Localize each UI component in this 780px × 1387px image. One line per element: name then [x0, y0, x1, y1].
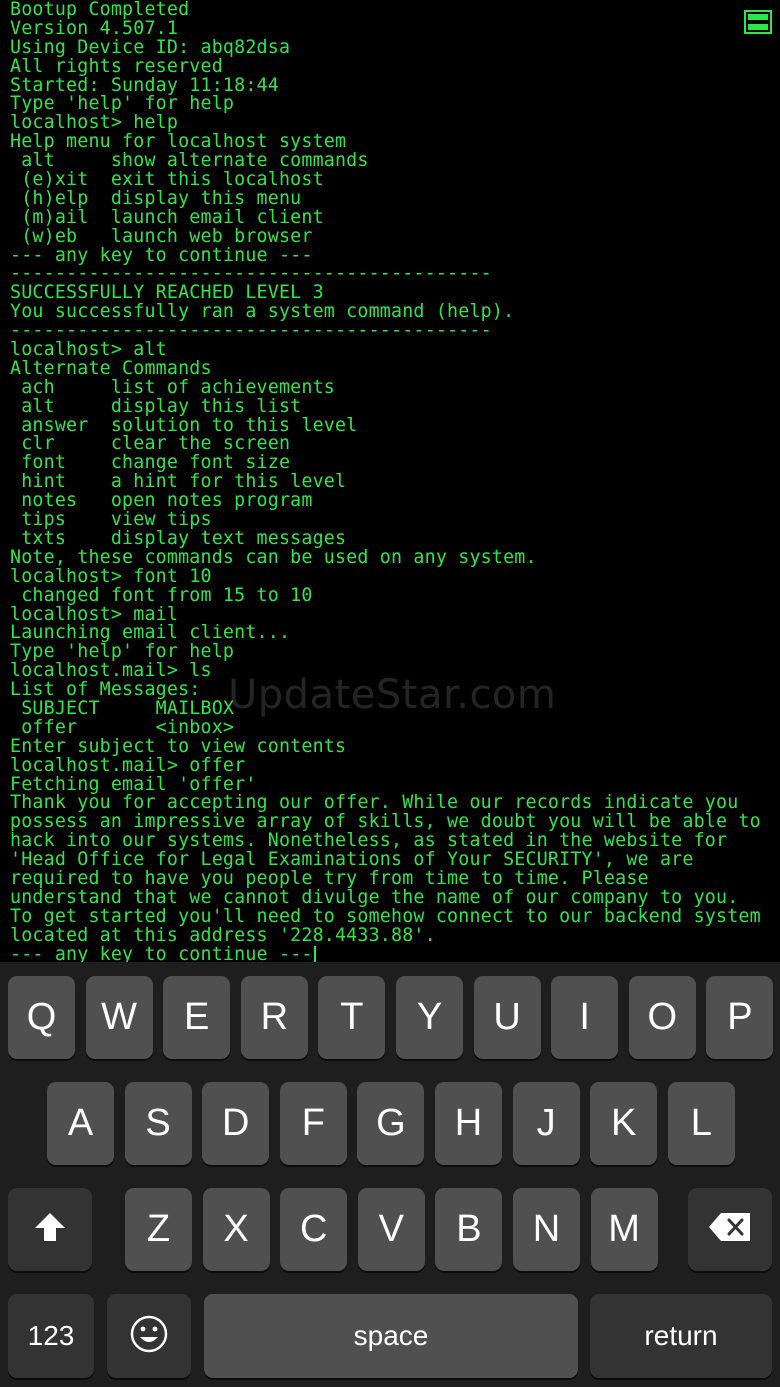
- terminal-line: Note, these commands can be used on any …: [10, 546, 537, 568]
- key-label: X: [223, 1208, 249, 1250]
- emoji-key[interactable]: [107, 1294, 191, 1378]
- key-label: H: [454, 1102, 483, 1144]
- shift-arrow-icon: [33, 1211, 67, 1248]
- terminal-line: txts display text messages: [10, 527, 347, 549]
- key-label: Y: [416, 996, 443, 1038]
- key-label: L: [690, 1102, 712, 1144]
- key-label: J: [536, 1102, 556, 1144]
- key-label: M: [608, 1208, 640, 1250]
- key-l[interactable]: L: [667, 1082, 735, 1165]
- key-w[interactable]: W: [85, 976, 153, 1059]
- terminal-line: (h)elp display this menu: [10, 187, 302, 209]
- terminal-line: ach list of achievements: [10, 376, 335, 398]
- key-label: B: [456, 1208, 482, 1250]
- key-h[interactable]: H: [435, 1082, 502, 1165]
- terminal-line: --- any key to continue ---: [10, 945, 761, 962]
- terminal-line: located at this address '228.4433.88'.: [10, 924, 436, 946]
- key-label: N: [532, 1208, 561, 1250]
- backspace-icon: [708, 1212, 752, 1247]
- key-b[interactable]: B: [435, 1188, 503, 1271]
- key-m[interactable]: M: [590, 1188, 658, 1271]
- terminal-lines: Bootup Completed Version 4.507.1 Using Dev…: [10, 0, 761, 962]
- key-label: T: [340, 996, 364, 1038]
- numbers-key-label: 123: [27, 1320, 75, 1351]
- terminal-line: localhost> font 10: [10, 565, 212, 587]
- key-label: U: [493, 996, 521, 1038]
- terminal-line: understand that we cannot divulge the na…: [10, 886, 739, 908]
- hamburger-menu-icon[interactable]: [744, 10, 772, 34]
- key-f[interactable]: F: [279, 1082, 347, 1165]
- shift-key[interactable]: [8, 1188, 92, 1271]
- key-n[interactable]: N: [513, 1188, 580, 1271]
- key-y[interactable]: Y: [396, 976, 463, 1059]
- key-u[interactable]: U: [473, 976, 541, 1059]
- key-o[interactable]: O: [628, 976, 696, 1059]
- key-label: O: [647, 996, 678, 1038]
- on-screen-keyboard: Q W E R T Y U I O P A S D F G H J K L Z X C V B N M 123 space r…: [0, 962, 780, 1387]
- terminal-line: All rights reserved: [10, 55, 223, 77]
- key-c[interactable]: C: [280, 1188, 348, 1271]
- key-z[interactable]: Z: [125, 1188, 192, 1271]
- terminal-line: offer <inbox>: [10, 716, 235, 738]
- key-label: Q: [26, 996, 57, 1038]
- key-label: E: [184, 996, 210, 1038]
- key-label: G: [376, 1102, 406, 1144]
- delete-key[interactable]: [688, 1188, 772, 1271]
- key-r[interactable]: R: [240, 976, 308, 1059]
- key-label: C: [299, 1208, 328, 1250]
- key-k[interactable]: K: [590, 1082, 658, 1165]
- key-label: F: [301, 1102, 325, 1144]
- terminal-line: Using Device ID: abq82dsa: [10, 36, 291, 58]
- key-g[interactable]: G: [357, 1082, 425, 1165]
- numbers-key[interactable]: 123: [8, 1294, 94, 1378]
- key-label: S: [145, 1102, 171, 1144]
- terminal-line: (w)eb launch web browser: [10, 225, 313, 247]
- key-i[interactable]: I: [551, 976, 619, 1059]
- emoji-smiley-icon: [129, 1314, 169, 1359]
- terminal-line: (m)ail launch email client: [10, 206, 324, 228]
- terminal-output[interactable]: Bootup Completed Version 4.507.1 Using Dev…: [0, 0, 780, 962]
- key-v[interactable]: V: [357, 1188, 425, 1271]
- terminal-line: Alternate Commands: [10, 357, 212, 379]
- key-q[interactable]: Q: [8, 976, 75, 1059]
- key-label: V: [378, 1208, 404, 1250]
- key-label: K: [611, 1102, 637, 1144]
- terminal-line: To get started you'll need to somehow co…: [10, 905, 761, 927]
- terminal-line: localhost.mail> offer: [10, 754, 246, 776]
- key-d[interactable]: D: [202, 1082, 270, 1165]
- watermark: UpdateStar.com: [228, 672, 557, 718]
- key-t[interactable]: T: [318, 976, 386, 1059]
- key-label: W: [101, 996, 138, 1038]
- key-x[interactable]: X: [202, 1188, 270, 1271]
- key-label: Z: [146, 1208, 171, 1250]
- return-key-label: return: [644, 1320, 718, 1351]
- space-key[interactable]: space: [204, 1294, 578, 1378]
- text-cursor: [313, 945, 316, 962]
- key-e[interactable]: E: [163, 976, 231, 1059]
- key-label: I: [579, 996, 590, 1038]
- key-label: R: [260, 996, 289, 1038]
- key-a[interactable]: A: [47, 1082, 114, 1165]
- key-j[interactable]: J: [512, 1082, 580, 1165]
- key-label: P: [727, 996, 753, 1038]
- terminal-line: Version 4.507.1: [10, 17, 179, 39]
- return-key[interactable]: return: [590, 1294, 772, 1378]
- terminal-line: changed font from 15 to 10: [10, 584, 313, 606]
- space-key-label: space: [353, 1320, 429, 1351]
- terminal-line: alt display this list: [10, 395, 302, 417]
- terminal-line: Enter subject to view contents: [10, 735, 347, 757]
- key-label: A: [67, 1102, 94, 1144]
- key-s[interactable]: S: [124, 1082, 192, 1165]
- key-label: D: [221, 1102, 250, 1144]
- key-p[interactable]: P: [706, 976, 774, 1059]
